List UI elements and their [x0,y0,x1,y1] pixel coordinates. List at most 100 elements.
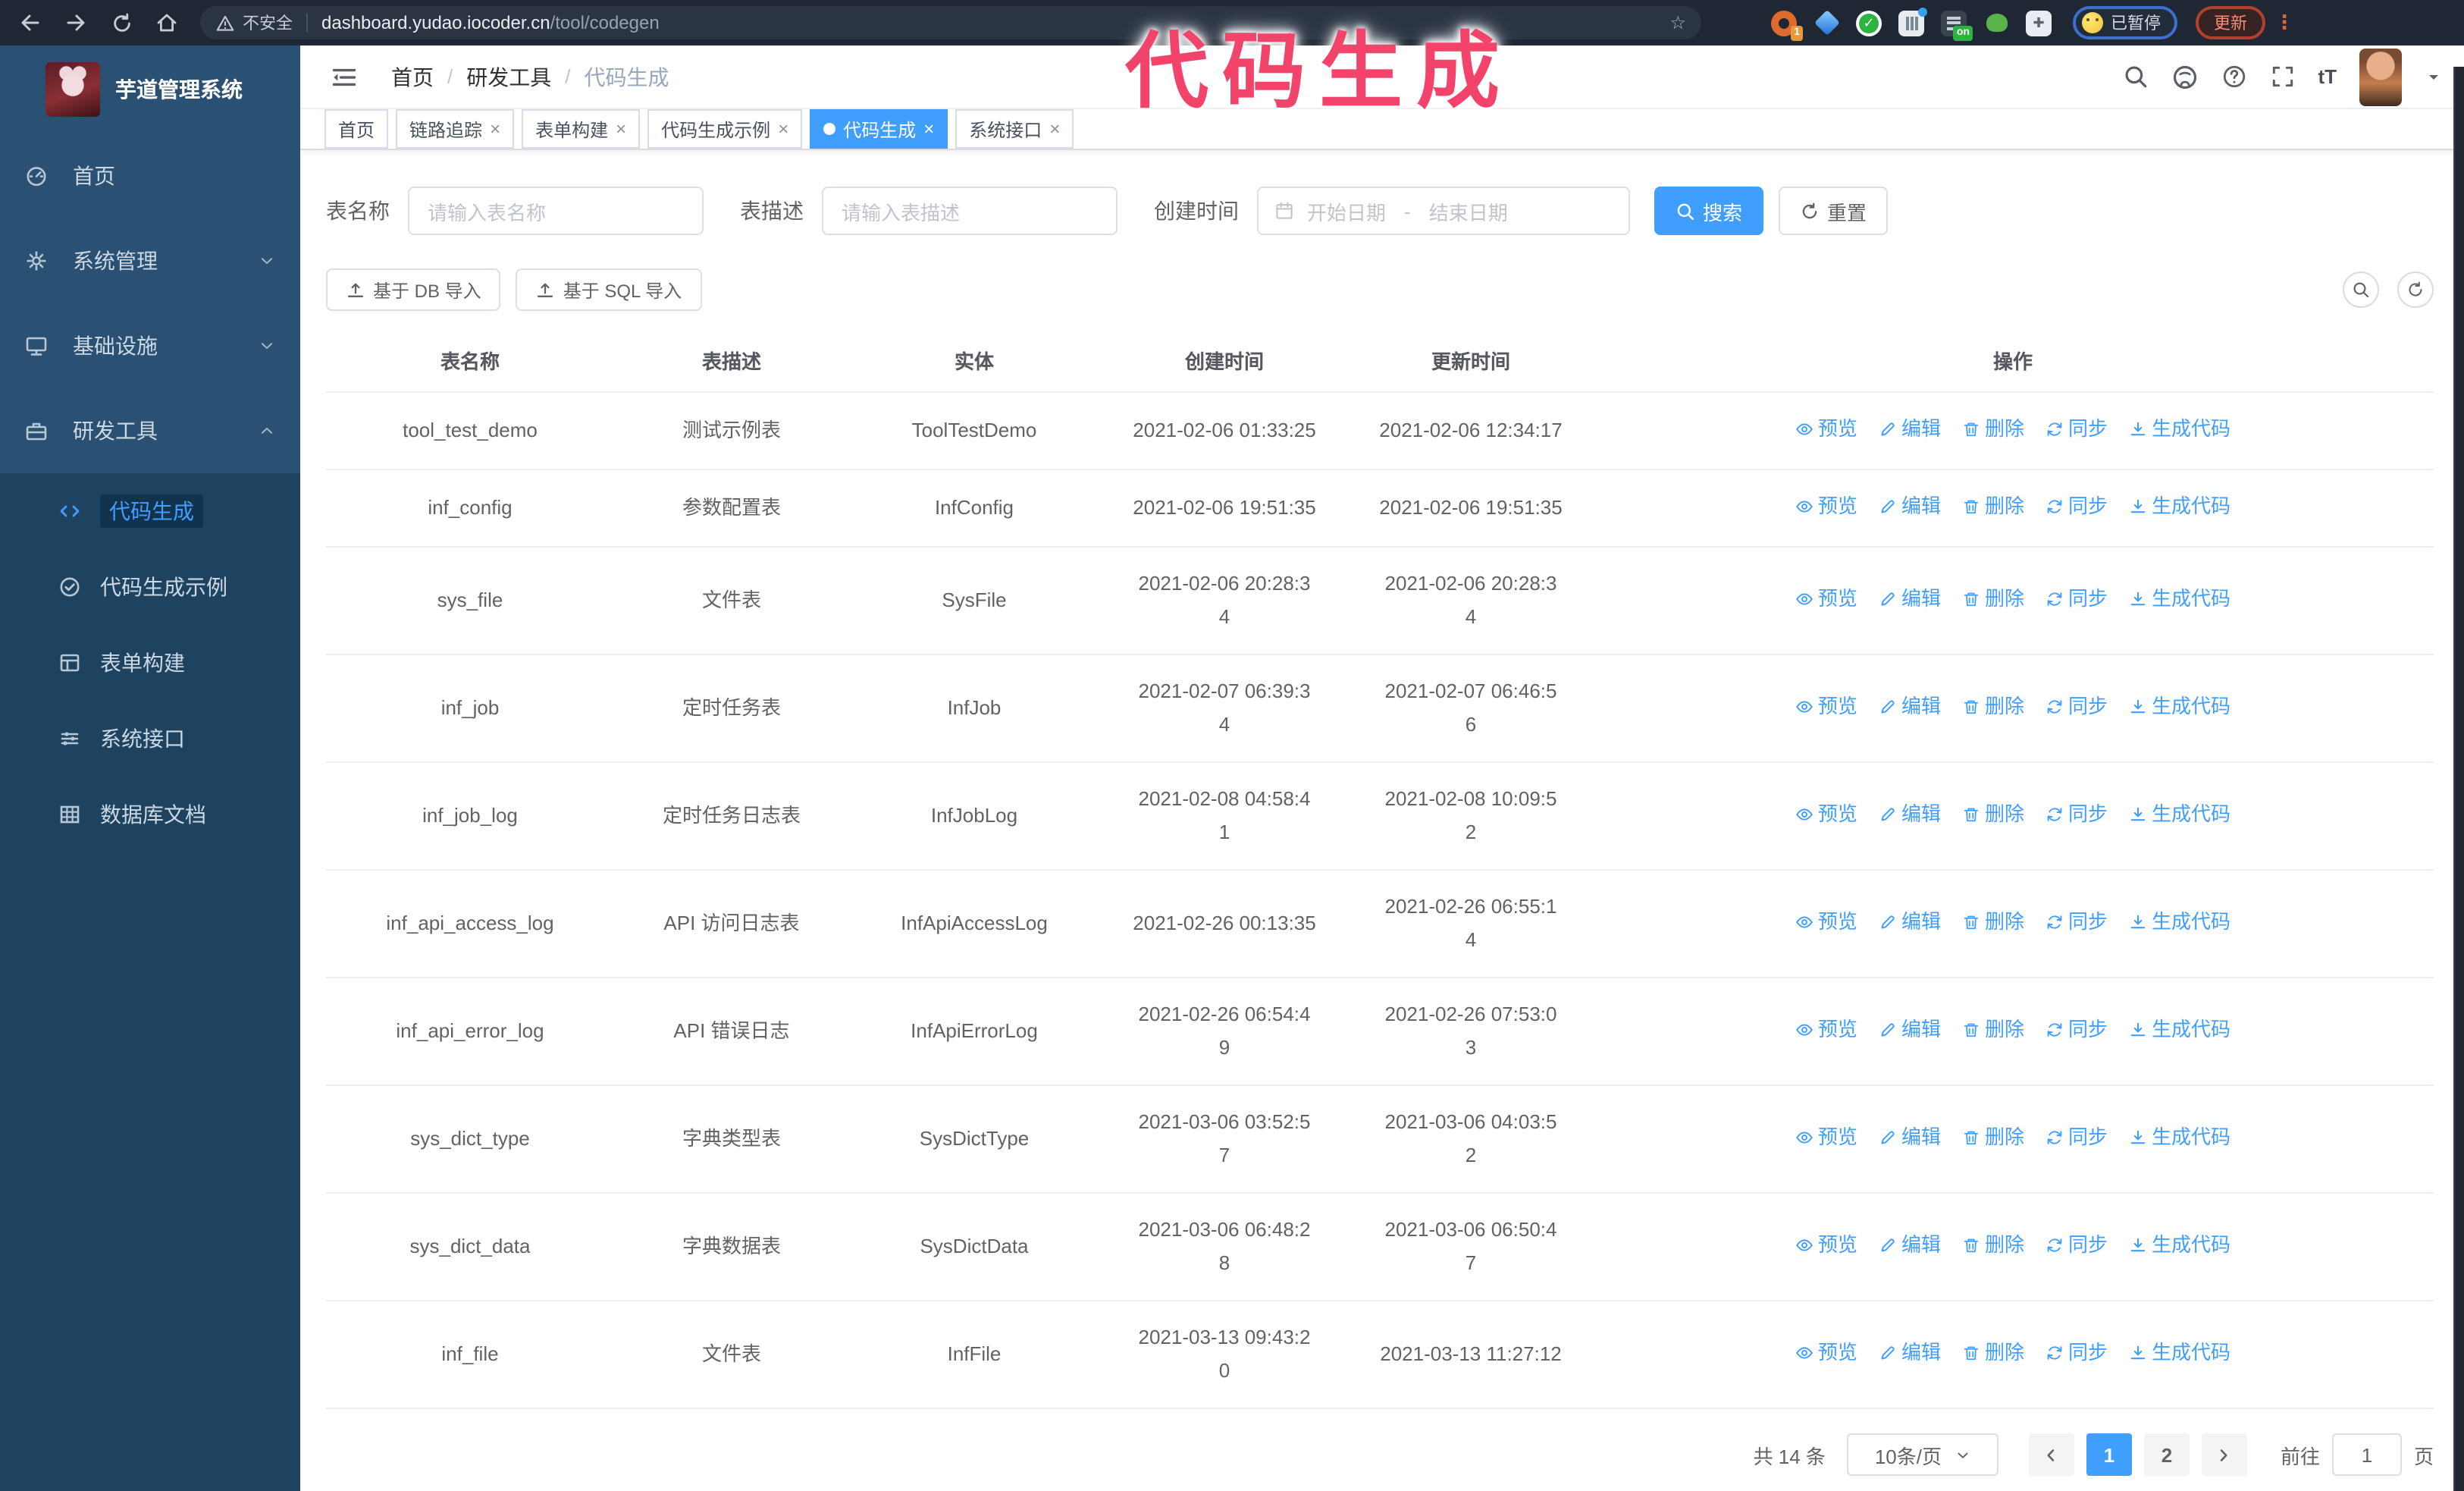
browser-reload-icon[interactable] [103,5,140,41]
sidebar-item-2[interactable]: 基础设施 [0,303,300,388]
toggle-search-button[interactable] [2343,272,2379,308]
action-download-link[interactable]: 生成代码 [2129,1013,2230,1047]
url-text[interactable]: dashboard.yudao.iocoder.cn/tool/codegen [321,12,660,33]
action-edit-link[interactable]: 编辑 [1879,1336,1941,1370]
tab-close-icon[interactable]: × [923,120,934,138]
page-button-2[interactable]: 2 [2143,1433,2190,1476]
tab-5[interactable]: 系统接口 × [955,109,1074,149]
action-trash-link[interactable]: 删除 [1962,582,2024,616]
sidebar-subitem-3[interactable]: 系统接口 [0,701,300,777]
action-eye-link[interactable]: 预览 [1795,413,1857,446]
action-sync-link[interactable]: 同步 [2045,1013,2108,1047]
action-sync-link[interactable]: 同步 [2045,798,2108,831]
action-download-link[interactable]: 生成代码 [2129,1121,2230,1154]
tab-1[interactable]: 链路追踪 × [396,109,515,149]
action-sync-link[interactable]: 同步 [2045,1121,2108,1154]
extension-puzzle-icon[interactable]: ✚ [2026,10,2052,36]
extension-blue-gem-icon[interactable] [1814,10,1839,36]
extension-gray-bars-icon[interactable] [1898,7,1927,36]
extension-green-check-icon[interactable]: ✓ [1856,10,1882,36]
search-button[interactable]: 搜索 [1654,187,1764,235]
action-sync-link[interactable]: 同步 [2045,1229,2108,1262]
sidebar-subitem-4[interactable]: 数据库文档 [0,777,300,852]
header-search-icon[interactable] [2122,64,2148,89]
action-eye-link[interactable]: 预览 [1795,582,1857,616]
tab-2[interactable]: 表单构建 × [522,109,641,149]
table-desc-input[interactable]: 请输入表描述 [822,187,1118,235]
action-sync-link[interactable]: 同步 [2045,906,2108,939]
sidebar-item-3[interactable]: 研发工具 [0,388,300,473]
sidebar-subitem-0[interactable]: 代码生成 [0,473,300,549]
action-trash-link[interactable]: 删除 [1962,1336,2024,1370]
extension-orange-ring-icon[interactable]: 1 [1771,10,1803,40]
fullscreen-icon[interactable] [2269,64,2295,89]
breadcrumb-item[interactable]: 代码生成 [585,61,669,92]
action-trash-link[interactable]: 删除 [1962,906,2024,939]
action-edit-link[interactable]: 编辑 [1879,690,1941,724]
action-eye-link[interactable]: 预览 [1795,490,1857,523]
breadcrumb-item[interactable]: 首页 [391,61,434,92]
tab-close-icon[interactable]: × [616,120,626,138]
tab-4[interactable]: 代码生成 × [810,109,948,149]
action-download-link[interactable]: 生成代码 [2129,906,2230,939]
profile-paused-chip[interactable]: 已暂停 [2073,6,2177,39]
extension-dark-switch-icon[interactable]: on [1941,10,1973,40]
action-edit-link[interactable]: 编辑 [1879,413,1941,446]
tab-0[interactable]: 首页 [324,109,389,149]
action-edit-link[interactable]: 编辑 [1879,1013,1941,1047]
action-download-link[interactable]: 生成代码 [2129,490,2230,523]
action-eye-link[interactable]: 预览 [1795,1336,1857,1370]
sidebar-logo[interactable]: 芋道管理系统 [0,46,300,133]
action-download-link[interactable]: 生成代码 [2129,1229,2230,1262]
reset-button[interactable]: 重置 [1779,187,1889,235]
action-trash-link[interactable]: 删除 [1962,490,2024,523]
action-edit-link[interactable]: 编辑 [1879,1229,1941,1262]
tab-3[interactable]: 代码生成示例 × [647,109,803,149]
sidebar-subitem-1[interactable]: 代码生成示例 [0,549,300,625]
action-download-link[interactable]: 生成代码 [2129,582,2230,616]
browser-home-icon[interactable] [149,5,185,41]
action-download-link[interactable]: 生成代码 [2129,690,2230,724]
sidebar-collapse-icon[interactable] [318,63,370,90]
action-trash-link[interactable]: 删除 [1962,1013,2024,1047]
action-eye-link[interactable]: 预览 [1795,1229,1857,1262]
action-sync-link[interactable]: 同步 [2045,490,2108,523]
bookmark-star-icon[interactable]: ☆ [1669,12,1686,33]
sidebar-item-0[interactable]: 首页 [0,133,300,218]
action-sync-link[interactable]: 同步 [2045,690,2108,724]
help-icon[interactable] [2221,64,2246,89]
action-edit-link[interactable]: 编辑 [1879,798,1941,831]
action-eye-link[interactable]: 预览 [1795,690,1857,724]
action-trash-link[interactable]: 删除 [1962,690,2024,724]
action-eye-link[interactable]: 预览 [1795,798,1857,831]
browser-forward-icon[interactable] [58,5,94,41]
page-button-1[interactable]: 1 [2086,1433,2132,1476]
tab-close-icon[interactable]: × [1049,120,1060,138]
action-edit-link[interactable]: 编辑 [1879,906,1941,939]
security-label[interactable]: 不安全 [243,11,293,35]
date-end-placeholder[interactable]: 结束日期 [1429,196,1508,225]
font-size-icon[interactable]: tT [2318,65,2337,88]
action-download-link[interactable]: 生成代码 [2129,413,2230,446]
action-eye-link[interactable]: 预览 [1795,1121,1857,1154]
page-scrollbar[interactable] [2453,67,2464,1491]
browser-update-button[interactable]: 更新 [2196,6,2265,39]
tab-close-icon[interactable]: × [778,120,788,138]
next-page-button[interactable] [2201,1433,2247,1476]
user-avatar[interactable] [2359,48,2402,105]
import-db-button[interactable]: 基于 DB 导入 [326,268,501,311]
action-trash-link[interactable]: 删除 [1962,1229,2024,1262]
sidebar-item-1[interactable]: 系统管理 [0,218,300,303]
action-sync-link[interactable]: 同步 [2045,413,2108,446]
action-download-link[interactable]: 生成代码 [2129,1336,2230,1370]
breadcrumb-item[interactable]: 研发工具 [466,61,551,92]
github-icon[interactable] [2171,63,2198,90]
goto-page-input[interactable] [2331,1433,2402,1476]
sidebar-subitem-2[interactable]: 表单构建 [0,625,300,701]
action-edit-link[interactable]: 编辑 [1879,1121,1941,1154]
action-eye-link[interactable]: 预览 [1795,1013,1857,1047]
prev-page-button[interactable] [2028,1433,2074,1476]
extension-green-frog-icon[interactable] [1983,10,2009,36]
tab-close-icon[interactable]: × [490,120,500,138]
action-trash-link[interactable]: 删除 [1962,798,2024,831]
